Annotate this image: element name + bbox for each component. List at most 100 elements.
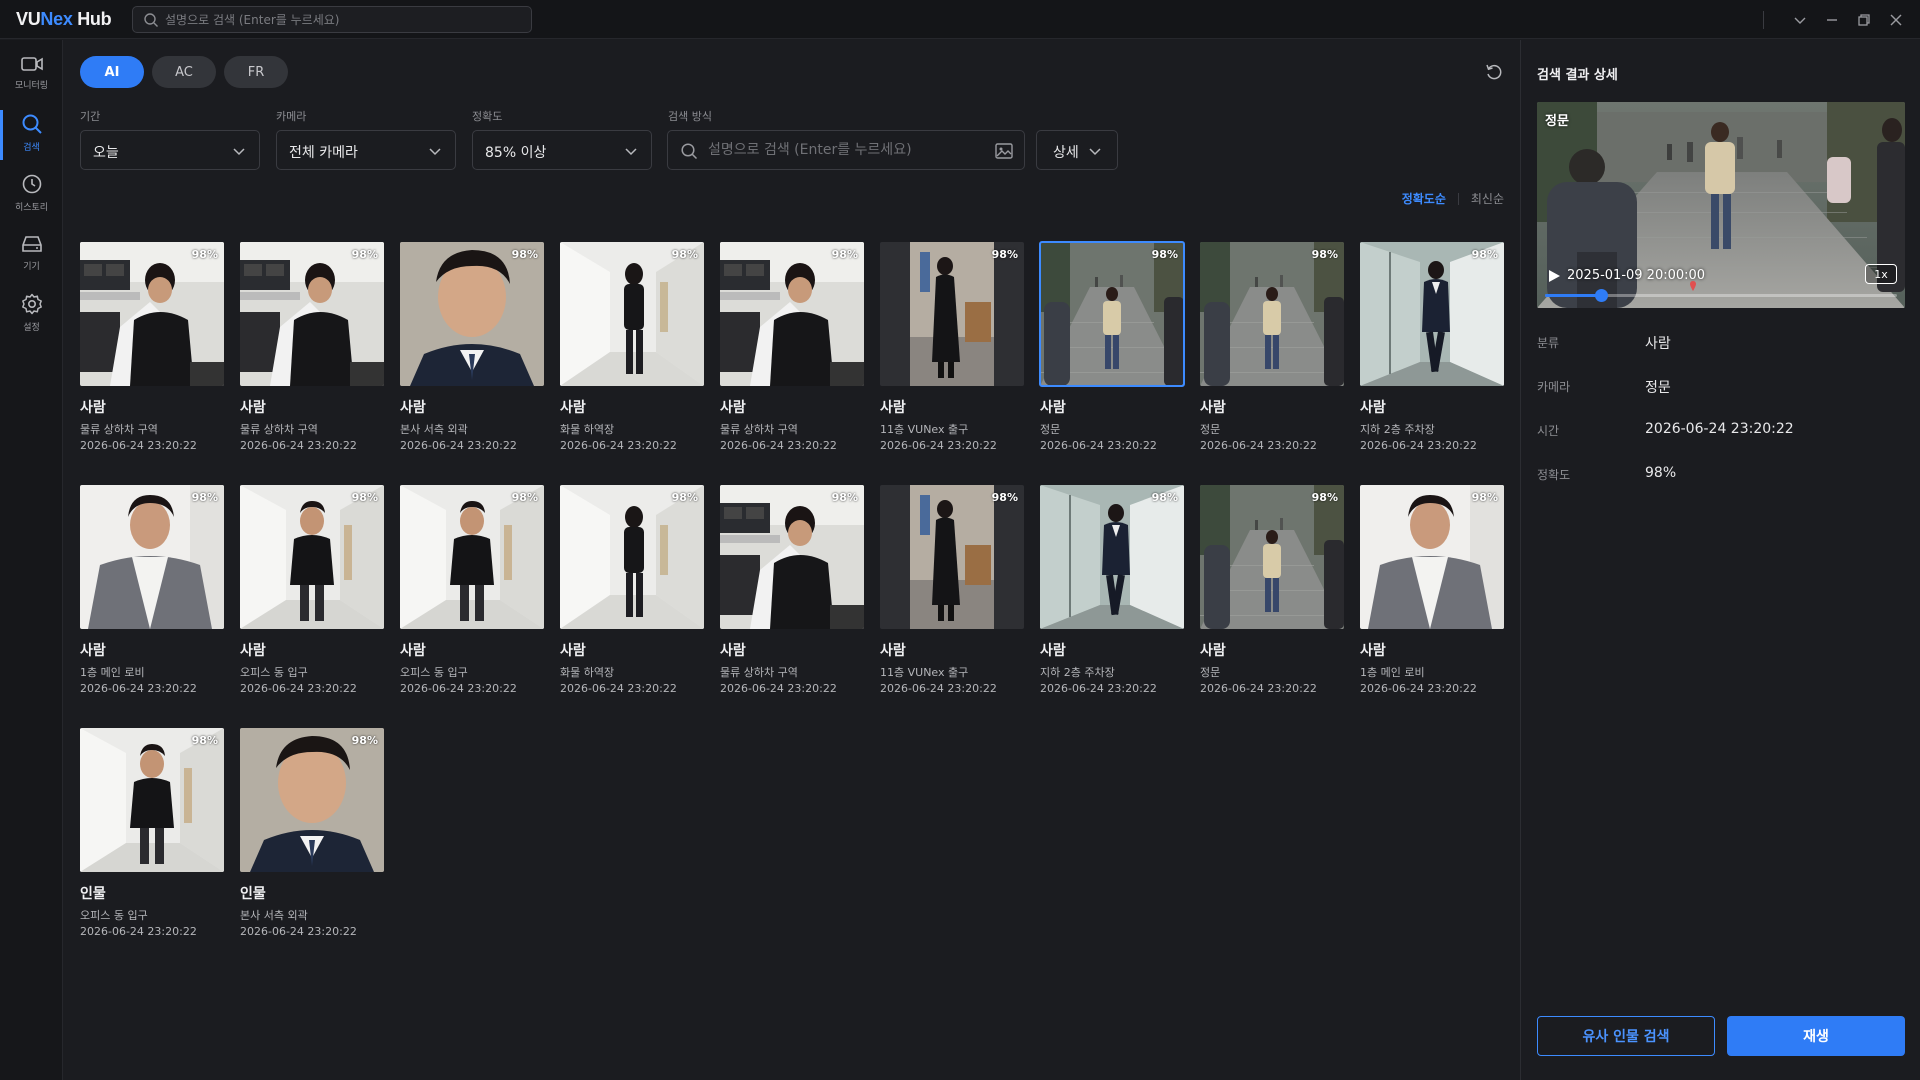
result-card[interactable]: 98% 사람 물류 상하차 구역 2026-06-24 23:20:22: [720, 242, 864, 462]
result-card[interactable]: 98% 사람 물류 상하차 구역 2026-06-24 23:20:22: [720, 485, 864, 705]
result-class: 인물: [80, 886, 106, 902]
result-thumbnail[interactable]: 98%: [560, 485, 704, 629]
result-time: 2026-06-24 23:20:22: [560, 439, 677, 452]
result-thumbnail[interactable]: 98%: [80, 242, 224, 386]
restore-button[interactable]: [1848, 0, 1880, 39]
result-time: 2026-06-24 23:20:22: [1040, 439, 1157, 452]
play-icon[interactable]: [1547, 269, 1561, 283]
collapse-button[interactable]: [1784, 0, 1816, 39]
field-value: 98%: [1645, 465, 1677, 481]
result-time: 2026-06-24 23:20:22: [880, 439, 997, 452]
play-button[interactable]: 재생: [1727, 1016, 1905, 1056]
result-camera: 물류 상하차 구역: [720, 423, 798, 436]
nav-item-history[interactable]: 히스토리: [0, 162, 63, 222]
top-search-input[interactable]: [165, 7, 525, 32]
nav-item-search[interactable]: 검색: [0, 102, 63, 162]
result-thumbnail[interactable]: 98%: [240, 728, 384, 872]
result-class: 사람: [1360, 643, 1386, 659]
result-card[interactable]: 98% 사람 1층 메인 로비 2026-06-24 23:20:22: [80, 485, 224, 705]
result-card[interactable]: 98% 사람 정문 2026-06-24 23:20:22: [1200, 242, 1344, 462]
result-card[interactable]: 98% 사람 화물 하역장 2026-06-24 23:20:22: [560, 485, 704, 705]
close-icon: [1890, 14, 1902, 25]
accuracy-select[interactable]: 85% 이상: [472, 130, 652, 170]
result-card[interactable]: 98% 사람 화물 하역장 2026-06-24 23:20:22: [560, 242, 704, 462]
image-search-icon[interactable]: [994, 141, 1014, 161]
result-thumbnail[interactable]: 98%: [1040, 485, 1184, 629]
detail-filter-button[interactable]: 상세: [1036, 130, 1118, 170]
confidence-badge: 98%: [1471, 491, 1498, 504]
tab-ai[interactable]: AI: [80, 56, 144, 88]
result-thumbnail[interactable]: 98%: [560, 242, 704, 386]
field-key: 정확도: [1537, 468, 1571, 482]
result-time: 2026-06-24 23:20:22: [80, 439, 197, 452]
result-thumbnail[interactable]: 98%: [400, 242, 544, 386]
tab-fr[interactable]: FR: [224, 56, 288, 88]
camera-select[interactable]: 전체 카메라: [276, 130, 456, 170]
close-button[interactable]: [1880, 0, 1912, 39]
result-thumbnail[interactable]: 98%: [880, 485, 1024, 629]
result-card[interactable]: 98% 사람 본사 서측 외곽 2026-06-24 23:20:22: [400, 242, 544, 462]
field-value: 정문: [1645, 380, 1671, 396]
result-thumbnail[interactable]: 98%: [80, 485, 224, 629]
result-thumbnail[interactable]: 98%: [880, 242, 1024, 386]
chevron-down-icon: [1089, 148, 1101, 156]
nav-item-monitoring[interactable]: 모니터링: [0, 42, 63, 102]
result-thumbnail[interactable]: 98%: [1360, 242, 1504, 386]
minimize-button[interactable]: [1816, 0, 1848, 39]
result-class: 사람: [1200, 400, 1226, 416]
result-thumbnail[interactable]: 98%: [240, 242, 384, 386]
video-camera-icon: [20, 56, 43, 71]
sort-accuracy[interactable]: 정확도순: [1402, 190, 1446, 207]
top-search[interactable]: [132, 6, 532, 33]
chevron-down-icon: [233, 148, 245, 156]
result-card[interactable]: 98% 사람 11층 VUNex 출구 2026-06-24 23:20:22: [880, 242, 1024, 462]
history-icon: [22, 174, 41, 193]
confidence-badge: 98%: [991, 248, 1018, 261]
result-thumbnail[interactable]: 98%: [1200, 485, 1344, 629]
result-card[interactable]: 98% 사람 정문 2026-06-24 23:20:22: [1200, 485, 1344, 705]
nav-item-devices[interactable]: 기기: [0, 222, 63, 282]
tab-ac[interactable]: AC: [152, 56, 216, 88]
result-card[interactable]: 98% 사람 물류 상하차 구역 2026-06-24 23:20:22: [80, 242, 224, 462]
result-thumbnail[interactable]: 98%: [400, 485, 544, 629]
result-thumbnail[interactable]: 98%: [1039, 241, 1185, 387]
similar-person-search-button[interactable]: 유사 인물 검색: [1537, 1016, 1715, 1056]
sort-options: 정확도순 최신순: [1402, 190, 1504, 207]
result-card[interactable]: 98% 사람 물류 상하차 구역 2026-06-24 23:20:22: [240, 242, 384, 462]
result-card[interactable]: 98% 사람 11층 VUNex 출구 2026-06-24 23:20:22: [880, 485, 1024, 705]
seek-bar[interactable]: [1545, 281, 1897, 302]
result-thumbnail[interactable]: 98%: [720, 485, 864, 629]
result-card[interactable]: 98% 사람 지하 2층 주차장 2026-06-24 23:20:22: [1040, 485, 1184, 705]
period-select[interactable]: 오늘: [80, 130, 260, 170]
confidence-badge: 98%: [511, 491, 538, 504]
result-camera: 1층 메인 로비: [80, 666, 145, 679]
result-thumbnail[interactable]: 98%: [720, 242, 864, 386]
search-icon: [22, 114, 42, 134]
result-class: 사람: [560, 400, 586, 416]
sort-latest[interactable]: 최신순: [1471, 190, 1504, 207]
result-thumbnail[interactable]: 98%: [80, 728, 224, 872]
minimize-icon: [1827, 18, 1837, 21]
description-search[interactable]: [667, 130, 1025, 170]
confidence-badge: 98%: [991, 491, 1018, 504]
result-thumbnail[interactable]: 98%: [240, 485, 384, 629]
result-card[interactable]: 98% 사람 오피스 동 입구 2026-06-24 23:20:22: [400, 485, 544, 705]
result-card[interactable]: 98% 사람 정문 2026-06-24 23:20:22: [1039, 241, 1185, 462]
result-card[interactable]: 98% 사람 오피스 동 입구 2026-06-24 23:20:22: [240, 485, 384, 705]
result-time: 2026-06-24 23:20:22: [720, 682, 837, 695]
result-camera: 화물 하역장: [560, 666, 615, 679]
description-search-input[interactable]: [708, 131, 978, 169]
result-card[interactable]: 98% 인물 본사 서측 외곽 2026-06-24 23:20:22: [240, 728, 384, 948]
result-thumbnail[interactable]: 98%: [1360, 485, 1504, 629]
nav-item-settings[interactable]: 설정: [0, 282, 63, 342]
result-card[interactable]: 98% 사람 지하 2층 주차장 2026-06-24 23:20:22: [1360, 242, 1504, 462]
result-camera: 1층 메인 로비: [1360, 666, 1425, 679]
result-time: 2026-06-24 23:20:22: [240, 925, 357, 938]
result-card[interactable]: 98% 인물 오피스 동 입구 2026-06-24 23:20:22: [80, 728, 224, 948]
result-card[interactable]: 98% 사람 1층 메인 로비 2026-06-24 23:20:22: [1360, 485, 1504, 705]
result-thumbnail[interactable]: 98%: [1200, 242, 1344, 386]
refresh-icon[interactable]: [1484, 62, 1504, 82]
playback-speed-button[interactable]: 1x: [1865, 264, 1897, 284]
video-player[interactable]: 정문 2025-01-09 20:00:00 1x: [1537, 102, 1905, 308]
accuracy-value: 85% 이상: [485, 145, 547, 161]
